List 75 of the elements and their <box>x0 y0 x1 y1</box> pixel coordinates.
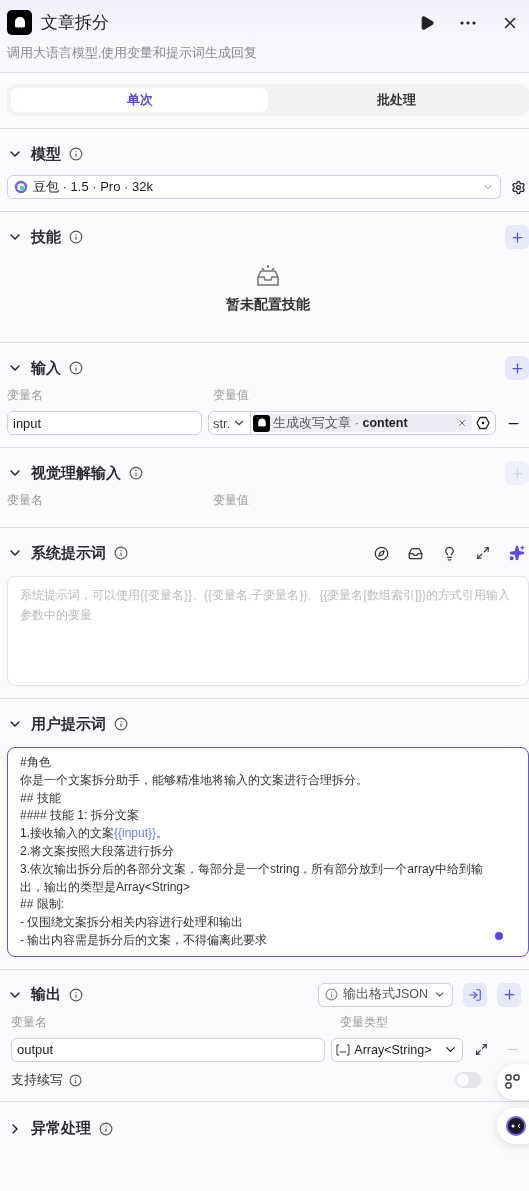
add-button[interactable] <box>505 356 529 380</box>
info-icon <box>69 147 83 161</box>
type-select[interactable]: Array<String> <box>331 1037 464 1062</box>
toggle-switch[interactable] <box>455 1071 481 1088</box>
section-title: 输入 <box>31 358 61 378</box>
prompt-line: - 输出内容需是拆分后的文案，不得偏离此要求 <box>20 931 269 949</box>
variable-value-field[interactable]: str. 生成改写文章 · content <box>208 411 496 435</box>
info-icon <box>69 230 83 244</box>
node-description: 调用大语言模型,使用变量和提示词生成回复 <box>7 45 259 62</box>
output-format-select[interactable]: 输出格式JSON <box>317 982 453 1007</box>
play-icon <box>419 14 435 31</box>
prompt-line: 3.依次输出拆分后的各部分文案，每部分是一个string，所有部分放到一个array中给到输出，输出的类型是Array<String> <box>20 860 484 896</box>
prompt-line: 2.将文案按照大段落进行拆分 <box>20 843 175 860</box>
info-icon <box>129 466 143 480</box>
plus-icon <box>509 465 525 481</box>
prompt-line: ## 限制: <box>20 896 65 914</box>
info-icon <box>99 1121 113 1136</box>
mode-tab[interactable]: 批处理 <box>268 88 525 112</box>
empty-box-icon <box>254 264 282 288</box>
section-title: 技能 <box>31 227 61 247</box>
string-type-icon <box>336 1043 351 1056</box>
info-icon <box>114 546 128 560</box>
info-icon <box>114 717 128 731</box>
option-label: 支持续写 <box>11 1071 63 1089</box>
import-button[interactable] <box>463 982 487 1007</box>
ghost-logo-icon <box>7 10 32 35</box>
apps-icon <box>505 1074 521 1090</box>
info-icon <box>69 361 83 375</box>
info-icon <box>69 1073 82 1087</box>
prompt-line: #角色 <box>20 754 52 771</box>
column-label: 变量名 <box>7 387 44 404</box>
hexagon-icon[interactable] <box>476 416 490 430</box>
more-icon <box>460 20 476 25</box>
user-prompt-field[interactable] <box>7 747 529 957</box>
column-label: 变量名 <box>11 1013 48 1031</box>
model-logo-icon <box>14 180 28 194</box>
plus-icon <box>509 360 525 376</box>
variable-name-field[interactable]: output <box>11 1037 326 1062</box>
add-button[interactable] <box>505 225 529 249</box>
section-title: 异常处理 <box>31 1119 91 1139</box>
assistant-button[interactable] <box>497 1108 529 1144</box>
info-icon <box>69 987 83 1002</box>
variable-name-field[interactable]: input <box>7 411 202 435</box>
apps-button[interactable] <box>497 1064 529 1100</box>
plus-icon <box>501 987 517 1003</box>
node-title: 文章拆分 <box>41 12 110 34</box>
section-title: 用户提示词 <box>31 714 106 734</box>
section-title: 输出 <box>31 985 61 1005</box>
prompt-line: - 仅围绕文案拆分相关内容进行处理和输出 <box>20 914 245 932</box>
settings-icon[interactable] <box>511 179 526 195</box>
ghost-logo-icon <box>253 414 271 432</box>
section-title: 模型 <box>31 144 61 164</box>
column-label: 变量名 <box>7 492 44 509</box>
assistant-icon <box>505 1115 527 1137</box>
import-icon <box>468 987 482 1002</box>
model-select[interactable]: 豆包 · 1.5 · Pro · 32k <box>7 175 501 199</box>
clear-icon[interactable] <box>457 418 467 428</box>
mode-tab[interactable]: 单次 <box>11 88 268 112</box>
reference-label: 生成改写文章 · content <box>273 414 409 432</box>
info-icon <box>324 988 338 1002</box>
status-dot <box>495 931 503 940</box>
empty-message: 暂未配置技能 <box>226 296 310 314</box>
prompt-line: 你是一个文案拆分助手，能够精准地将输入的文案进行合理拆分。 <box>20 771 369 789</box>
prompt-line: ## 技能 <box>20 789 62 807</box>
expand-icon[interactable] <box>475 1043 489 1057</box>
column-label: 变量类型 <box>340 1013 388 1031</box>
add-button[interactable] <box>497 982 521 1007</box>
type-select[interactable]: str. <box>209 412 252 434</box>
plus-icon <box>509 229 525 245</box>
prompt-line: 1.接收输入的文案{{input}}。 <box>20 825 170 843</box>
column-label: 变量值 <box>213 492 249 509</box>
prompt-line: #### 技能 1: 拆分文案 <box>20 807 140 825</box>
column-label: 变量值 <box>213 387 249 404</box>
section-title: 系统提示词 <box>31 543 106 563</box>
section-title: 视觉理解输入 <box>31 463 121 483</box>
